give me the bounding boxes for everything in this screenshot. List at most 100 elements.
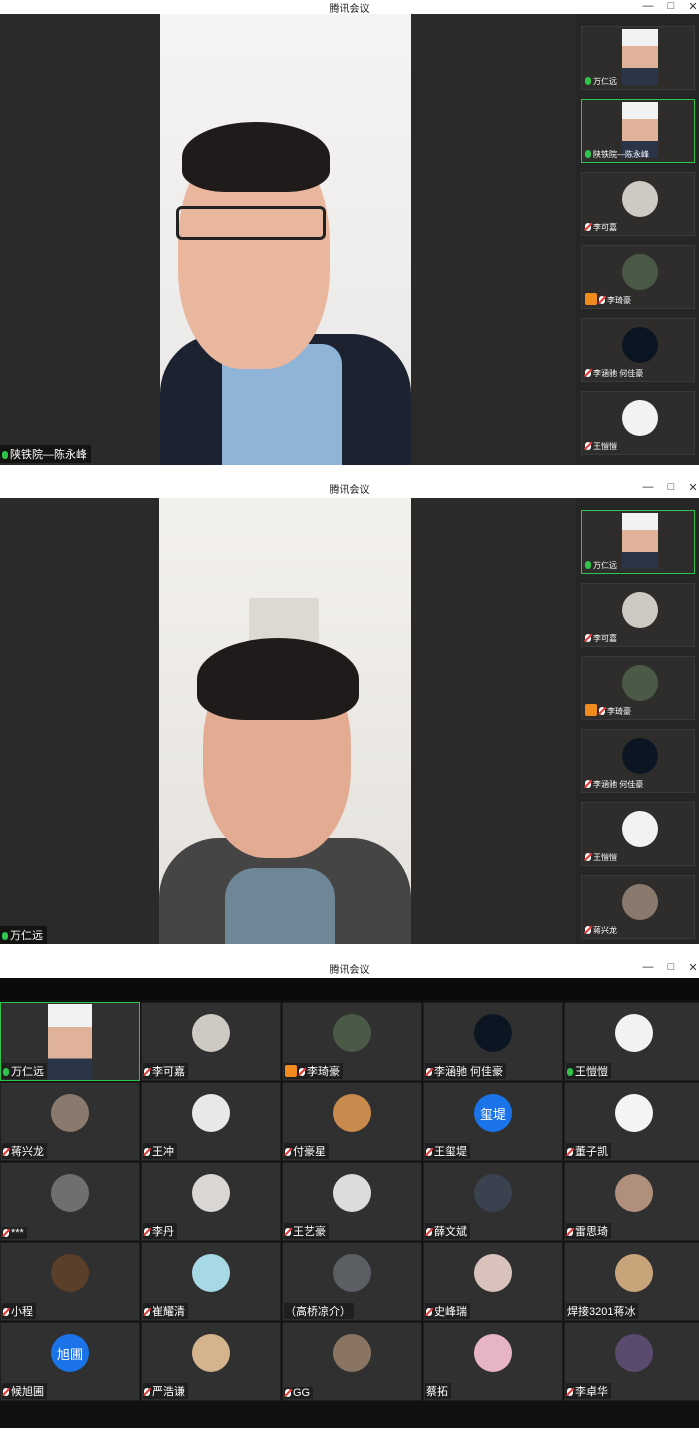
avatar — [474, 1014, 512, 1052]
tile-name: 史峰瑞 — [425, 1303, 470, 1319]
participant-name: 万仁远 — [593, 77, 617, 86]
thumbnail-name: 陕铁院—陈永峰 — [585, 149, 649, 160]
mic-muted-icon — [426, 1148, 432, 1156]
mic-on-icon — [2, 451, 8, 459]
gallery-tile[interactable]: 崔耀清 — [141, 1242, 281, 1321]
close-button[interactable]: ✕ — [686, 481, 699, 494]
participant-thumbnail[interactable]: 李可嘉 — [581, 583, 695, 647]
speaker-video — [159, 498, 411, 944]
avatar — [333, 1174, 371, 1212]
participant-name: 董子凯 — [575, 1146, 608, 1158]
tile-name: 万仁远 — [2, 1063, 47, 1079]
mic-muted-icon — [585, 853, 591, 861]
gallery-tile[interactable]: 李琦豪 — [282, 1002, 422, 1081]
close-button[interactable]: ✕ — [686, 0, 699, 13]
participant-name: 小程 — [11, 1306, 33, 1318]
participant-thumbnail[interactable]: 李琦豪 — [581, 245, 695, 309]
avatar — [622, 884, 658, 920]
gallery-tile[interactable]: GG — [282, 1322, 422, 1401]
thumbnail-name: 万仁远 — [585, 76, 617, 87]
gallery-tile[interactable]: 旭圃候旭圃 — [0, 1322, 140, 1401]
participant-thumbnail[interactable]: 李涵驰 何佳豪 — [581, 729, 695, 793]
participant-thumbnail[interactable]: 万仁远 — [581, 26, 695, 90]
gallery-tile[interactable]: 雷思琦 — [564, 1162, 699, 1241]
mic-muted-icon — [567, 1148, 573, 1156]
participant-name: 王愷愷 — [593, 442, 617, 451]
participant-name: （高桥凉介） — [285, 1306, 351, 1318]
gallery-tile[interactable]: 万仁远 — [0, 1002, 140, 1081]
main-video-stage[interactable]: 陕铁院—陈永峰 — [0, 14, 576, 465]
participant-thumbnail[interactable]: 李涵驰 何佳豪 — [581, 318, 695, 382]
user-badge-icon — [285, 1065, 297, 1077]
participant-rail: 万仁远陕铁院—陈永峰李可嘉李琦豪李涵驰 何佳豪王愷愷 — [576, 14, 699, 465]
avatar — [622, 400, 658, 436]
close-button[interactable]: ✕ — [686, 961, 699, 974]
avatar — [622, 665, 658, 701]
tile-name: *** — [2, 1227, 27, 1239]
glasses — [176, 206, 326, 240]
gallery-tile[interactable]: 王愷愷 — [564, 1002, 699, 1081]
main-video-stage[interactable]: 万仁远 — [0, 498, 576, 944]
gallery-tile[interactable]: （高桥凉介） — [282, 1242, 422, 1321]
maximize-button[interactable]: □ — [664, 961, 678, 973]
gallery-top-bar — [0, 978, 699, 1000]
mic-muted-icon — [426, 1068, 432, 1076]
avatar-initials: 玺堤 — [479, 1106, 506, 1122]
participant-thumbnail[interactable]: 王愷愷 — [581, 802, 695, 866]
speaker-video — [160, 14, 411, 465]
avatar — [622, 327, 658, 363]
maximize-button[interactable]: □ — [664, 481, 678, 493]
mic-muted-icon — [144, 1388, 150, 1396]
thumbnail-name: 李可嘉 — [585, 633, 617, 644]
gallery-tile[interactable]: 蔡拓 — [423, 1322, 563, 1401]
participant-thumbnail[interactable]: 万仁远 — [581, 510, 695, 574]
gallery-tile[interactable]: 小程 — [0, 1242, 140, 1321]
maximize-button[interactable]: □ — [664, 0, 678, 12]
participant-name: 付豪星 — [293, 1146, 326, 1158]
participant-name: 王冲 — [152, 1146, 174, 1158]
thumbnail-name: 李可嘉 — [585, 222, 617, 233]
user-badge-icon — [585, 704, 597, 716]
participant-name: 史峰瑞 — [434, 1306, 467, 1318]
tile-name: 董子凯 — [566, 1143, 611, 1159]
thumbnail-name: 李涵驰 何佳豪 — [585, 779, 643, 790]
gallery-tile[interactable]: *** — [0, 1162, 140, 1241]
gallery-tile[interactable]: 李可嘉 — [141, 1002, 281, 1081]
mic-muted-icon — [426, 1228, 432, 1236]
gallery-tile[interactable]: 李卓华 — [564, 1322, 699, 1401]
gallery-tile[interactable]: 薛文斌 — [423, 1162, 563, 1241]
gallery-tile[interactable]: 王冲 — [141, 1082, 281, 1161]
gallery-tile[interactable]: 李丹 — [141, 1162, 281, 1241]
participant-thumbnail[interactable]: 陕铁院—陈永峰 — [581, 99, 695, 163]
gallery-tile[interactable]: 付豪星 — [282, 1082, 422, 1161]
main-speaker-label: 万仁远 — [0, 926, 47, 944]
avatar — [192, 1334, 230, 1372]
avatar-initials: 旭圃 — [56, 1346, 83, 1362]
gallery-tile[interactable]: 王艺豪 — [282, 1162, 422, 1241]
mic-on-icon — [585, 561, 591, 569]
participant-name: 陕铁院—陈永峰 — [593, 150, 649, 159]
gallery-tile[interactable]: 董子凯 — [564, 1082, 699, 1161]
gallery-tile[interactable]: 焊接3201蒋冰 — [564, 1242, 699, 1321]
mic-muted-icon — [144, 1228, 150, 1236]
gallery-tile[interactable]: 严浩谦 — [141, 1322, 281, 1401]
participant-thumbnail[interactable]: 李琦豪 — [581, 656, 695, 720]
thumbnail-name: 万仁远 — [585, 560, 617, 571]
participant-name: 雷思琦 — [575, 1226, 608, 1238]
avatar — [333, 1334, 371, 1372]
minimize-button[interactable]: — — [641, 961, 655, 973]
participant-thumbnail[interactable]: 王愷愷 — [581, 391, 695, 455]
minimize-button[interactable]: — — [641, 0, 655, 12]
participant-name: 王愷愷 — [575, 1066, 608, 1078]
gallery-tile[interactable]: 李涵驰 何佳豪 — [423, 1002, 563, 1081]
gallery-tile[interactable]: 玺堤 王玺堤 — [423, 1082, 563, 1161]
mic-muted-icon — [144, 1068, 150, 1076]
minimize-button[interactable]: — — [641, 481, 655, 493]
gallery-tile[interactable]: 蒋兴龙 — [0, 1082, 140, 1161]
participant-thumbnail[interactable]: 蒋兴龙 — [581, 875, 695, 939]
participant-thumbnail[interactable]: 李可嘉 — [581, 172, 695, 236]
avatar — [622, 811, 658, 847]
gallery-tile[interactable]: 史峰瑞 — [423, 1242, 563, 1321]
participant-name: 候旭圃 — [11, 1386, 44, 1398]
tile-name: 小程 — [2, 1303, 36, 1319]
